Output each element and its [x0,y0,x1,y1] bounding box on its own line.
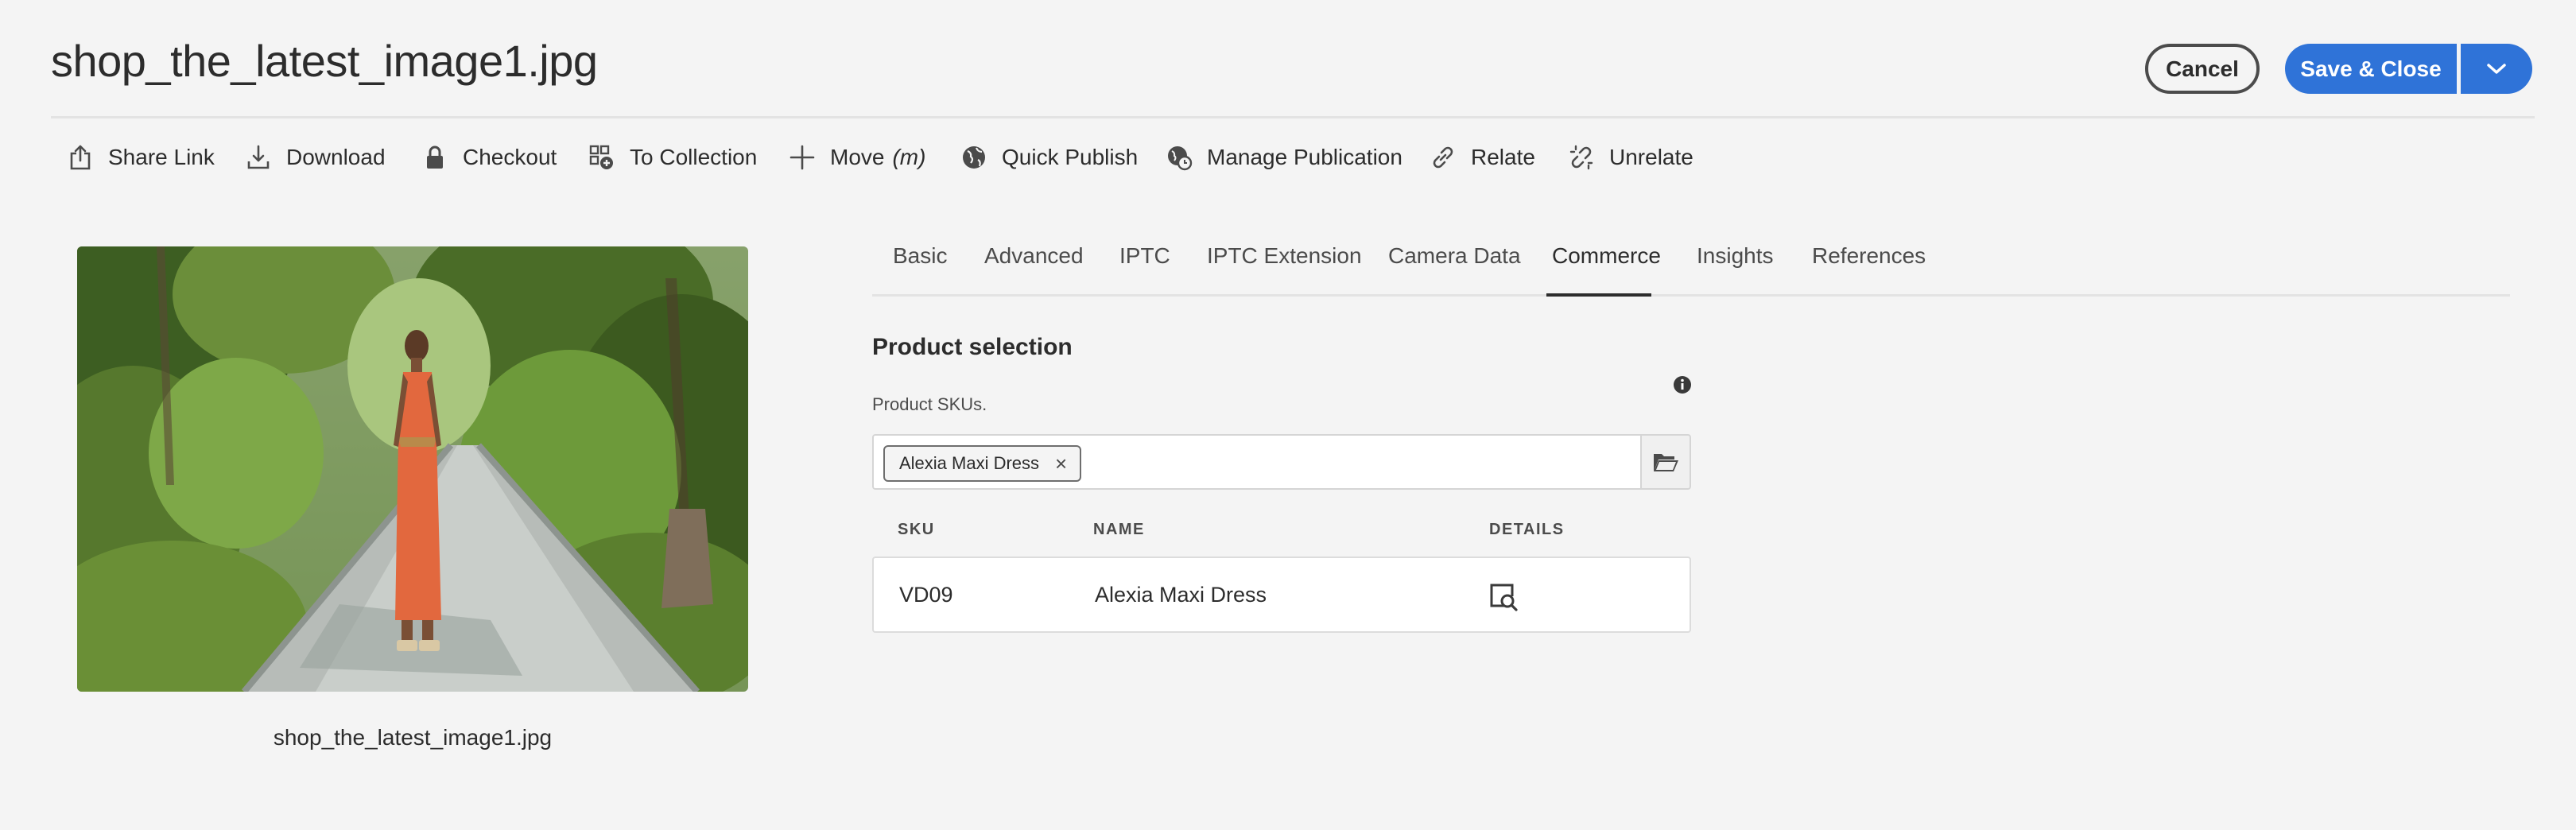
column-header-name: NAME [1093,521,1145,538]
remove-tag-icon[interactable]: × [1055,453,1067,474]
manage-publication-label: Manage Publication [1207,145,1402,169]
cancel-button[interactable]: Cancel [2145,44,2260,94]
relate-button[interactable]: Relate [1430,135,1535,180]
share-link-label: Share Link [108,145,215,169]
tab-advanced[interactable]: Advanced [984,243,1084,269]
product-skus-label: Product SKUs. [872,394,987,414]
download-icon [245,144,272,171]
folder-open-icon [1652,451,1679,473]
preview-caption: shop_the_latest_image1.jpg [273,725,553,750]
move-shortcut-hint: (m) [892,145,926,169]
unlink-icon [1568,144,1595,171]
move-icon [789,144,816,171]
checkout-label: Checkout [463,145,557,169]
share-link-button[interactable]: Share Link [67,135,215,180]
selected-product-tag: Alexia Maxi Dress × [883,445,1082,482]
tab-insights[interactable]: Insights [1697,243,1774,269]
quick-publish-label: Quick Publish [1002,145,1139,169]
browse-products-button[interactable] [1640,434,1691,490]
link-icon [1430,144,1457,171]
sku-cell: VD09 [899,582,953,607]
view-details-icon[interactable] [1488,582,1519,612]
globe-icon [960,144,987,171]
column-header-details: DETAILS [1489,521,1565,538]
selected-product-tag-label: Alexia Maxi Dress [899,453,1040,473]
info-icon[interactable] [1672,374,1693,395]
asset-title: shop_the_latest_image1.jpg [51,36,598,86]
tab-iptc-extension[interactable]: IPTC Extension [1207,243,1362,269]
save-options-dropdown-button[interactable] [2461,44,2532,94]
unrelate-label: Unrelate [1609,145,1693,169]
share-icon [67,144,94,171]
tab-camera-data[interactable]: Camera Data [1388,243,1521,269]
column-header-sku: SKU [898,521,935,538]
tab-iptc[interactable]: IPTC [1119,243,1170,269]
table-row: VD09 Alexia Maxi Dress [872,557,1691,633]
move-label: Move [830,145,885,169]
manage-publication-button[interactable]: Manage Publication [1166,135,1402,180]
section-title: Product selection [872,334,1073,360]
name-cell: Alexia Maxi Dress [1095,582,1267,607]
asset-preview-image [77,246,748,692]
active-tab-indicator [1546,293,1651,297]
checkout-button[interactable]: Checkout [421,135,557,180]
quick-publish-button[interactable]: Quick Publish [960,135,1138,180]
unrelate-button[interactable]: Unrelate [1568,135,1693,180]
add-to-collection-icon [588,144,615,171]
relate-label: Relate [1471,145,1535,169]
to-collection-label: To Collection [630,145,758,169]
move-button[interactable]: Move (m) [789,135,925,180]
tab-basic[interactable]: Basic [893,243,947,269]
product-sku-picker-field[interactable]: Alexia Maxi Dress × [872,434,1642,490]
lock-icon [421,144,448,171]
metadata-tabs: Basic Advanced IPTC IPTC Extension Camer… [872,239,2510,297]
tab-references[interactable]: References [1812,243,1926,269]
download-button[interactable]: Download [245,135,386,180]
save-and-close-button[interactable]: Save & Close [2285,44,2457,94]
download-label: Download [286,145,386,169]
chevron-down-icon [2486,63,2507,76]
to-collection-button[interactable]: To Collection [588,135,757,180]
action-toolbar: Share Link Download Checkout To Collecti… [0,135,2576,180]
globe-clock-icon [1166,144,1193,171]
header-divider [51,116,2535,118]
tab-commerce[interactable]: Commerce [1552,243,1661,269]
